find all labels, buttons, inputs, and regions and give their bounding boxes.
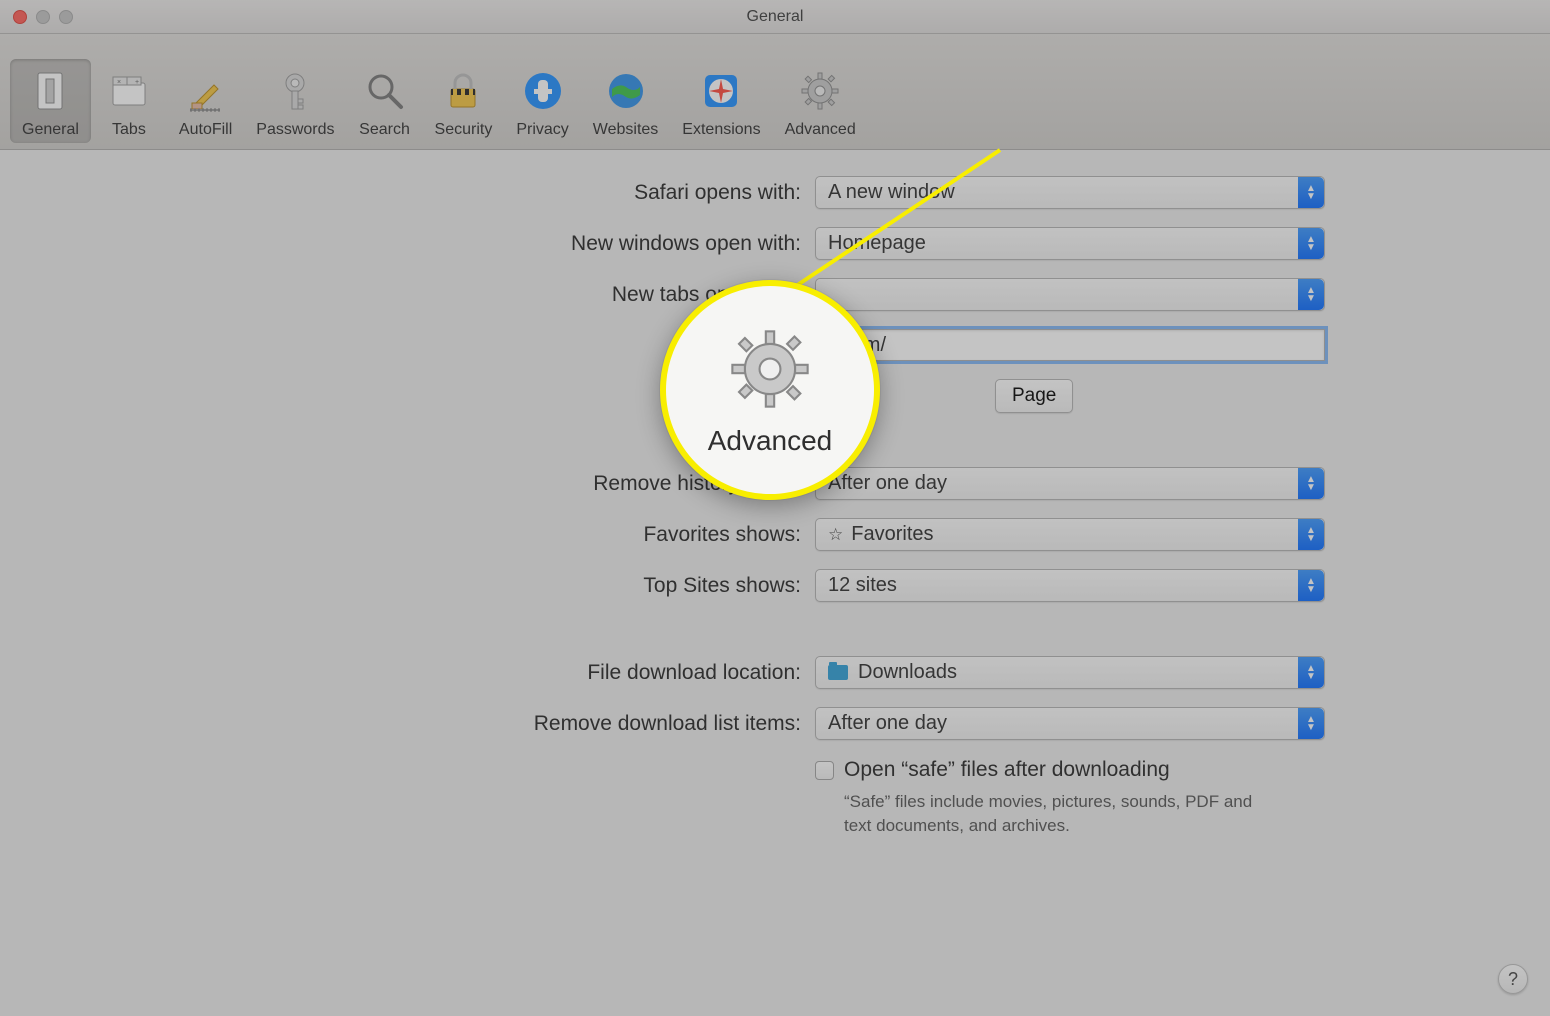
open-safe-files-checkbox[interactable] (815, 761, 834, 780)
remove-download-list-select[interactable]: After one day ▲▼ (815, 707, 1325, 740)
general-icon (24, 65, 76, 117)
homepage-input[interactable] (815, 329, 1325, 361)
toolbar-security[interactable]: Security (423, 59, 505, 143)
help-button[interactable]: ? (1498, 964, 1528, 994)
select-value: Favorites (851, 523, 933, 546)
toolbar-privacy[interactable]: Privacy (504, 59, 580, 143)
open-safe-files-help: “Safe” files include movies, pictures, s… (844, 790, 1264, 838)
safari-opens-with-select[interactable]: A new window ▲▼ (815, 176, 1325, 209)
svg-text:+: + (135, 79, 139, 86)
toolbar-advanced[interactable]: Advanced (773, 59, 868, 143)
toolbar-label: Extensions (682, 121, 760, 139)
button-label: Page (1012, 385, 1056, 406)
star-icon: ☆ (828, 525, 843, 545)
window-title: General (747, 8, 804, 26)
key-icon (269, 65, 321, 117)
toolbar-label: Advanced (785, 121, 856, 139)
download-location-label: File download location: (225, 661, 815, 685)
toolbar-extensions[interactable]: Extensions (670, 59, 772, 143)
select-value: After one day (828, 472, 947, 495)
toolbar-autofill[interactable]: AutoFill (167, 59, 244, 143)
autofill-icon (180, 65, 232, 117)
chevron-updown-icon: ▲▼ (1298, 279, 1324, 310)
set-to-current-page-button[interactable]: Page (995, 379, 1073, 413)
homepage-label: Homepage: (225, 333, 815, 357)
open-safe-files-label: Open “safe” files after downloading (844, 758, 1264, 782)
toolbar-search[interactable]: Search (347, 59, 423, 143)
new-tabs-open-with-select[interactable]: ▲▼ (815, 278, 1325, 311)
chevron-updown-icon: ▲▼ (1298, 519, 1324, 550)
toolbar-tabs[interactable]: ×+ Tabs (91, 59, 167, 143)
toolbar-label: Passwords (256, 121, 334, 139)
titlebar: General (0, 0, 1550, 34)
download-location-select[interactable]: Downloads ▲▼ (815, 656, 1325, 689)
chevron-updown-icon: ▲▼ (1298, 708, 1324, 739)
extensions-icon (695, 65, 747, 117)
toolbar-label: Security (435, 121, 493, 139)
lock-icon (437, 65, 489, 117)
toolbar-label: Websites (593, 121, 659, 139)
new-windows-open-with-select[interactable]: Homepage ▲▼ (815, 227, 1325, 260)
help-icon: ? (1508, 969, 1518, 990)
toolbar-label: General (22, 121, 79, 139)
select-value: 12 sites (828, 574, 897, 597)
new-windows-open-with-label: New windows open with: (225, 232, 815, 256)
minimize-window-button[interactable] (36, 10, 50, 24)
toolbar-label: AutoFill (179, 121, 232, 139)
zoom-window-button[interactable] (59, 10, 73, 24)
favorites-shows-select[interactable]: ☆ Favorites ▲▼ (815, 518, 1325, 551)
safari-opens-with-label: Safari opens with: (225, 181, 815, 205)
preferences-toolbar: General ×+ Tabs AutoFill Passwords Searc… (0, 34, 1550, 150)
toolbar-passwords[interactable]: Passwords (244, 59, 346, 143)
privacy-icon (517, 65, 569, 117)
search-icon (359, 65, 411, 117)
toolbar-label: Tabs (112, 121, 146, 139)
chevron-updown-icon: ▲▼ (1298, 468, 1324, 499)
toolbar-label: Privacy (516, 121, 568, 139)
remove-download-list-label: Remove download list items: (225, 712, 815, 736)
select-value: A new window (828, 181, 955, 204)
new-tabs-open-with-label: New tabs open with: (225, 283, 815, 307)
select-value: Homepage (828, 232, 926, 255)
select-value: Downloads (858, 661, 957, 684)
folder-icon (828, 665, 848, 680)
chevron-updown-icon: ▲▼ (1298, 570, 1324, 601)
chevron-updown-icon: ▲▼ (1298, 228, 1324, 259)
remove-history-label: Remove history items: (225, 472, 815, 496)
chevron-updown-icon: ▲▼ (1298, 657, 1324, 688)
globe-icon (600, 65, 652, 117)
toolbar-label: Search (359, 121, 410, 139)
svg-text:×: × (117, 79, 121, 86)
top-sites-shows-label: Top Sites shows: (225, 574, 815, 598)
toolbar-websites[interactable]: Websites (581, 59, 671, 143)
traffic-lights (13, 10, 73, 24)
close-window-button[interactable] (13, 10, 27, 24)
remove-history-select[interactable]: After one day ▲▼ (815, 467, 1325, 500)
favorites-shows-label: Favorites shows: (225, 523, 815, 547)
gear-icon (794, 65, 846, 117)
toolbar-general[interactable]: General (10, 59, 91, 143)
select-value: After one day (828, 712, 947, 735)
preferences-window: General General ×+ Tabs AutoFill Passwor… (0, 0, 1550, 1016)
top-sites-shows-select[interactable]: 12 sites ▲▼ (815, 569, 1325, 602)
general-panel: Safari opens with: A new window ▲▼ New w… (0, 150, 1550, 838)
tabs-icon: ×+ (103, 65, 155, 117)
chevron-updown-icon: ▲▼ (1298, 177, 1324, 208)
